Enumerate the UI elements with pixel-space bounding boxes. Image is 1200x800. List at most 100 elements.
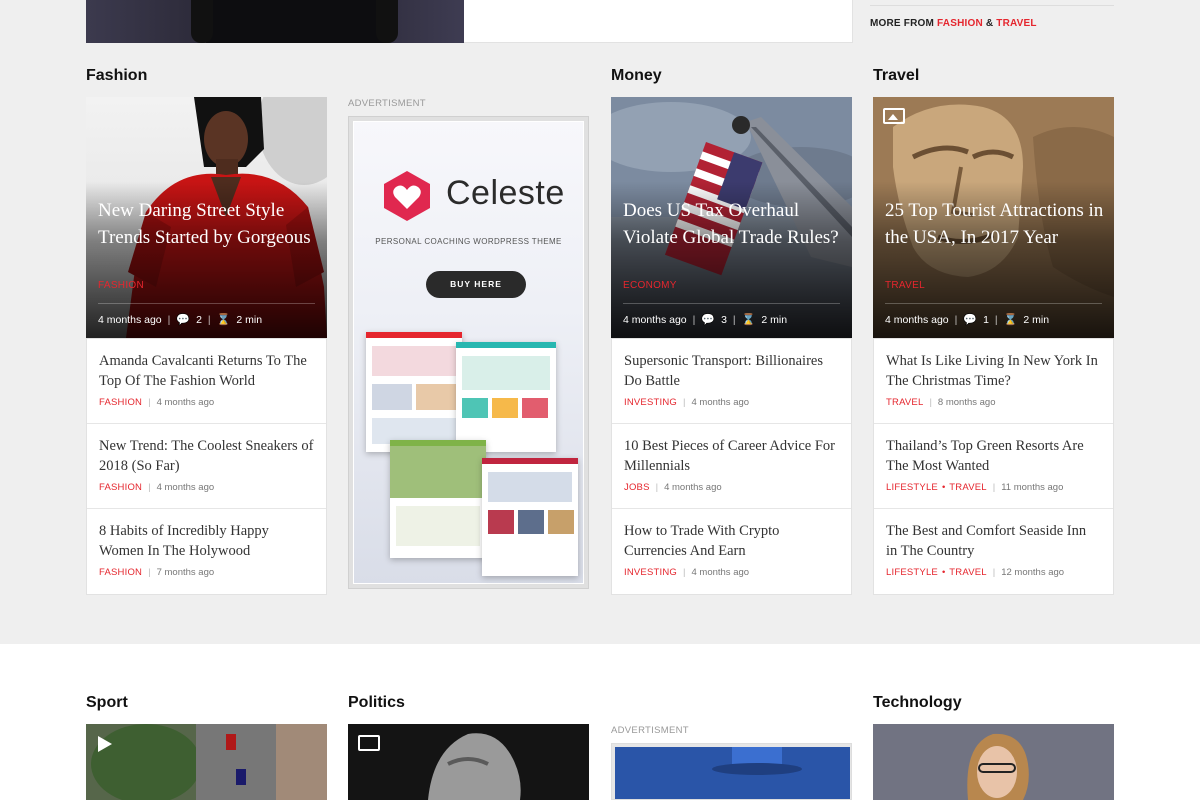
hero-comments[interactable]: 2 <box>196 314 202 326</box>
article-meta: LIFESTYLE • TRAVEL | 12 months ago <box>886 567 1101 578</box>
category-separator: • <box>941 482 946 493</box>
hero-comments[interactable]: 3 <box>721 314 727 326</box>
bottom-advertisement-banner[interactable] <box>611 743 852 800</box>
article-meta: FASHION | 4 months ago <box>99 482 314 493</box>
list-item[interactable]: New Trend: The Coolest Sneakers of 2018 … <box>87 424 326 509</box>
list-item[interactable]: Amanda Cavalcanti Returns To The Top Of … <box>87 339 326 424</box>
theme-preview-screenshot <box>456 342 556 452</box>
hero-category[interactable]: ECONOMY <box>623 280 677 291</box>
article-meta: INVESTING | 4 months ago <box>624 397 839 408</box>
politics-hero-image[interactable] <box>348 724 589 800</box>
comment-icon: 💬 <box>701 314 716 326</box>
preview-block <box>372 384 412 410</box>
technology-hero-image[interactable] <box>873 724 1114 800</box>
article-category[interactable]: INVESTING <box>624 397 677 408</box>
section-title-fashion[interactable]: Fashion <box>86 67 147 85</box>
list-item[interactable]: What Is Like Living In New York In The C… <box>874 339 1113 424</box>
preview-header <box>366 332 462 338</box>
hero-time: 4 months ago <box>623 313 687 326</box>
gallery-icon <box>883 108 905 124</box>
preview-block <box>462 356 550 390</box>
more-from-label: MORE FROM <box>870 18 935 29</box>
more-from-travel-link[interactable]: TRAVEL <box>996 18 1036 29</box>
section-title-technology[interactable]: Technology <box>873 694 962 712</box>
article-category[interactable]: TRAVEL <box>949 482 986 493</box>
preview-header <box>456 342 556 348</box>
article-category[interactable]: LIFESTYLE <box>886 482 938 493</box>
separator: | <box>683 567 686 578</box>
hero-read-time: 2 min <box>761 313 788 326</box>
preview-block <box>372 346 456 376</box>
hero-title[interactable]: 25 Top Tourist Attractions in the USA, I… <box>885 197 1105 251</box>
article-time: 4 months ago <box>691 397 750 408</box>
separator: | <box>732 313 736 326</box>
politics-image-graphic <box>348 724 589 800</box>
section-title-politics[interactable]: Politics <box>348 694 405 712</box>
play-icon[interactable] <box>94 734 114 754</box>
article-title[interactable]: Thailand’s Top Green Resorts Are The Mos… <box>886 436 1101 476</box>
advertisement-banner[interactable]: Celeste PERSONAL COACHING WORDPRESS THEM… <box>348 116 589 589</box>
buy-here-button[interactable]: BUY HERE <box>426 271 526 298</box>
section-title-travel[interactable]: Travel <box>873 67 919 85</box>
hero-title[interactable]: Does US Tax Overhaul Violate Global Trad… <box>623 197 843 251</box>
hero-category[interactable]: TRAVEL <box>885 280 925 291</box>
article-title[interactable]: What Is Like Living In New York In The C… <box>886 351 1101 391</box>
article-category[interactable]: FASHION <box>99 567 142 578</box>
sport-image-graphic <box>86 724 327 800</box>
fashion-hero-card[interactable]: New Daring Street Style Trends Started b… <box>86 97 327 338</box>
article-meta: FASHION | 4 months ago <box>99 397 314 408</box>
travel-hero-card[interactable]: 25 Top Tourist Attractions in the USA, I… <box>873 97 1114 338</box>
list-item[interactable]: Supersonic Transport: Billionaires Do Ba… <box>612 339 851 424</box>
section-title-sport[interactable]: Sport <box>86 694 128 712</box>
divider <box>870 5 1114 6</box>
separator: | <box>954 313 958 326</box>
preview-block <box>492 398 518 418</box>
article-title[interactable]: Amanda Cavalcanti Returns To The Top Of … <box>99 351 314 391</box>
sport-hero-image[interactable] <box>86 724 327 800</box>
hero-meta: 4 months ago | 💬 1 | ⌛ 2 min <box>885 313 1049 327</box>
article-category[interactable]: LIFESTYLE <box>886 567 938 578</box>
hourglass-icon: ⌛ <box>1003 314 1018 326</box>
separator: | <box>167 313 171 326</box>
preview-block <box>462 398 488 418</box>
article-category[interactable]: TRAVEL <box>886 397 923 408</box>
theme-preview-screenshot <box>366 332 462 452</box>
article-title[interactable]: How to Trade With Crypto Currencies And … <box>624 521 839 561</box>
ad-label: ADVERTISMENT <box>348 98 426 109</box>
list-item[interactable]: The Best and Comfort Seaside Inn in The … <box>874 509 1113 594</box>
list-item[interactable]: 10 Best Pieces of Career Advice For Mill… <box>612 424 851 509</box>
article-meta: JOBS | 4 months ago <box>624 482 839 493</box>
hero-meta: 4 months ago | 💬 2 | ⌛ 2 min <box>98 313 262 327</box>
ad-brand-name: Celeste <box>446 174 565 212</box>
hero-comments[interactable]: 1 <box>983 314 989 326</box>
article-category[interactable]: JOBS <box>624 482 650 493</box>
article-category[interactable]: INVESTING <box>624 567 677 578</box>
article-time: 4 months ago <box>691 567 750 578</box>
article-category[interactable]: FASHION <box>99 397 142 408</box>
article-time: 4 months ago <box>664 482 722 493</box>
section-title-money[interactable]: Money <box>611 67 662 85</box>
article-category[interactable]: FASHION <box>99 482 142 493</box>
list-item[interactable]: How to Trade With Crypto Currencies And … <box>612 509 851 594</box>
article-title[interactable]: Supersonic Transport: Billionaires Do Ba… <box>624 351 839 391</box>
more-from-fashion-link[interactable]: FASHION <box>937 18 983 29</box>
article-title[interactable]: The Best and Comfort Seaside Inn in The … <box>886 521 1101 561</box>
list-item[interactable]: 8 Habits of Incredibly Happy Women In Th… <box>87 509 326 594</box>
previous-feature-image[interactable] <box>86 0 464 43</box>
hero-category[interactable]: FASHION <box>98 280 144 291</box>
article-time: 7 months ago <box>156 567 215 578</box>
list-item[interactable]: Thailand’s Top Green Resorts Are The Mos… <box>874 424 1113 509</box>
article-category[interactable]: TRAVEL <box>949 567 986 578</box>
article-meta: INVESTING | 4 months ago <box>624 567 839 578</box>
money-hero-card[interactable]: Does US Tax Overhaul Violate Global Trad… <box>611 97 852 338</box>
ad-image-graphic <box>615 747 850 799</box>
separator: | <box>992 567 996 578</box>
preview-header <box>482 458 578 464</box>
preview-block <box>522 398 548 418</box>
heart-logo-icon <box>384 171 430 221</box>
article-title[interactable]: New Trend: The Coolest Sneakers of 2018 … <box>99 436 314 476</box>
hero-title[interactable]: New Daring Street Style Trends Started b… <box>98 197 318 251</box>
article-title[interactable]: 10 Best Pieces of Career Advice For Mill… <box>624 436 839 476</box>
article-title[interactable]: 8 Habits of Incredibly Happy Women In Th… <box>99 521 314 561</box>
travel-article-list: What Is Like Living In New York In The C… <box>873 338 1114 595</box>
